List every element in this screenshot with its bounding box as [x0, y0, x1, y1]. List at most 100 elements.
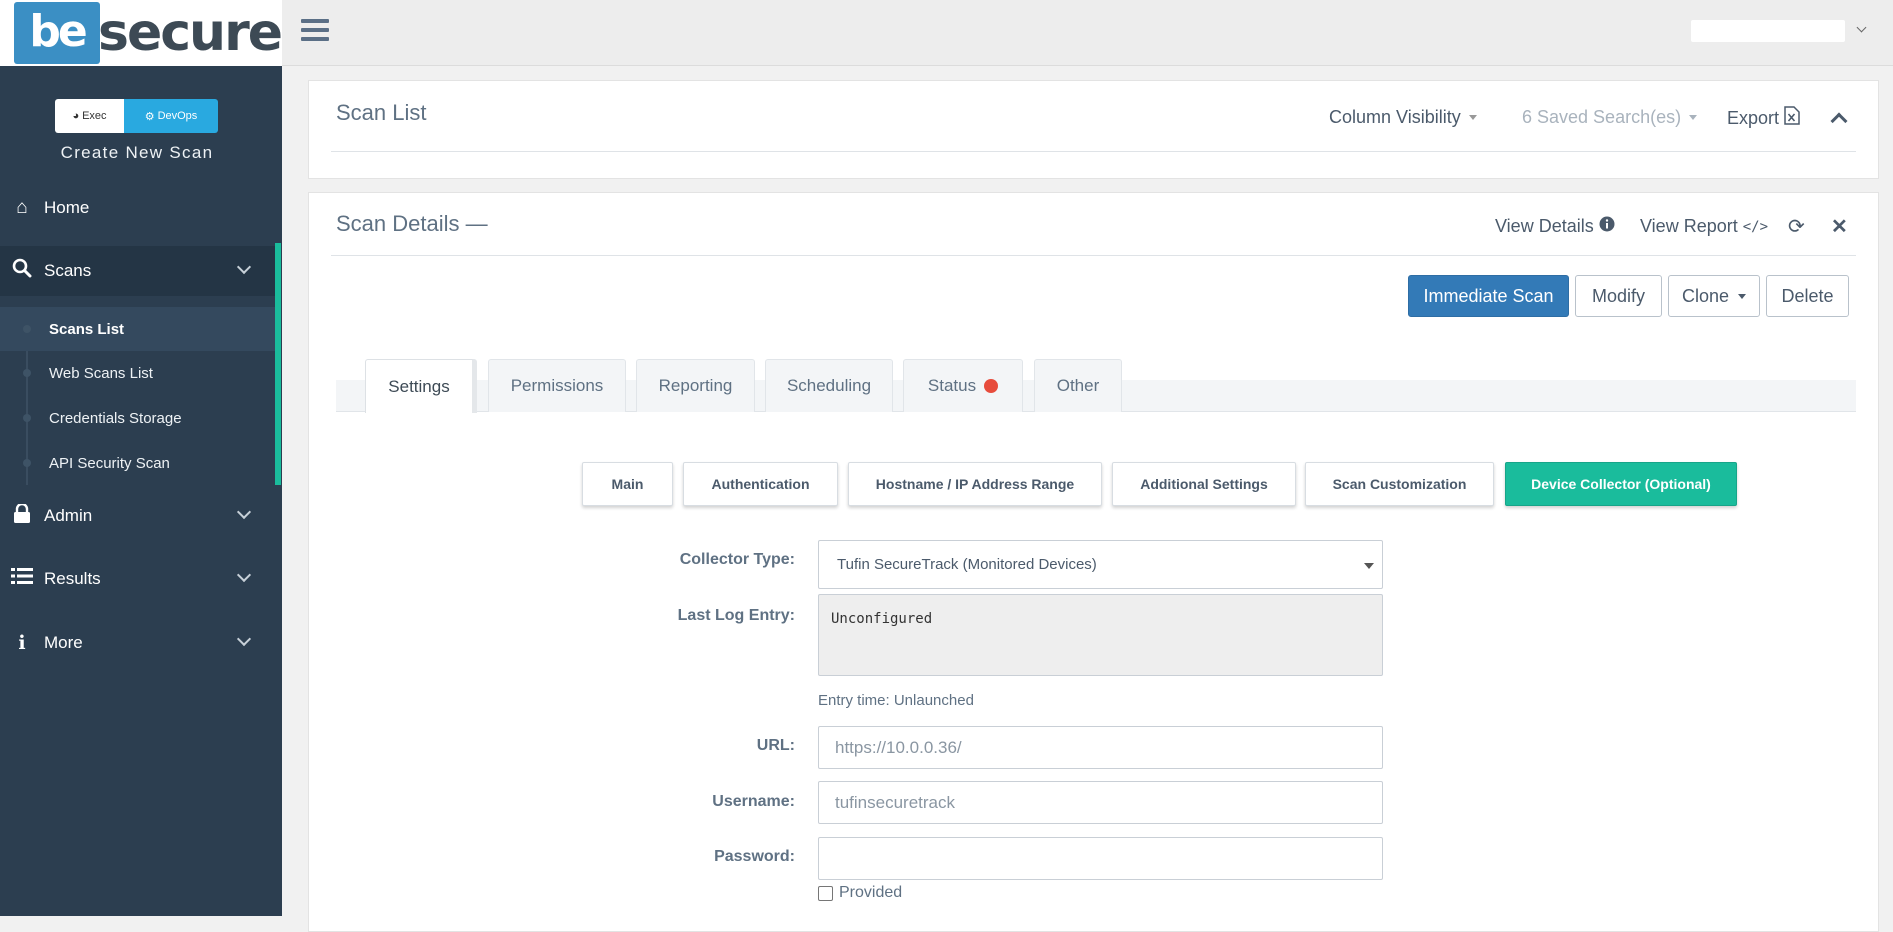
sidebar-subitem-scans-list[interactable]: Scans List — [0, 307, 275, 351]
scan-list-panel: Scan List Column Visibility 6 Saved Sear… — [308, 80, 1879, 179]
header-divider — [331, 255, 1856, 256]
chevron-down-icon — [236, 259, 252, 275]
collector-type-select[interactable]: Tufin SecureTrack (Monitored Devices) — [818, 540, 1383, 589]
delete-button[interactable]: Delete — [1766, 275, 1849, 317]
username-label: Username: — [712, 793, 795, 810]
collector-type-value: Tufin SecureTrack (Monitored Devices) — [837, 556, 1097, 573]
info-circle-icon — [1599, 216, 1615, 237]
chevron-down-icon — [236, 567, 252, 583]
tab-permissions[interactable]: Permissions — [488, 359, 626, 412]
top-bar — [282, 0, 1893, 66]
last-log-entry-box: Unconfigured — [818, 594, 1383, 676]
sidebar-subitem-web-scans-list[interactable]: Web Scans List — [0, 351, 275, 395]
subtab-device-collector[interactable]: Device Collector (Optional) — [1505, 462, 1737, 506]
subitem-label: API Security Scan — [49, 454, 170, 472]
scan-details-title: Scan Details — — [336, 211, 488, 236]
password-input[interactable] — [818, 837, 1383, 880]
export-label: Export — [1727, 107, 1780, 128]
collapse-chevron-up-icon[interactable] — [1830, 112, 1848, 130]
brand-logo[interactable]: be secure — [0, 0, 283, 66]
view-details-link[interactable]: View Details — [1495, 216, 1615, 237]
bullet-icon — [23, 369, 31, 377]
subitem-label: Scans List — [49, 320, 125, 338]
subtab-scan-customization[interactable]: Scan Customization — [1305, 462, 1494, 506]
bullet-icon — [23, 459, 31, 467]
username-value: tufinsecuretrack — [835, 792, 955, 812]
saved-searches-dropdown[interactable]: 6 Saved Search(es) — [1522, 107, 1698, 128]
view-details-label: View Details — [1495, 216, 1594, 236]
username-input[interactable]: tufinsecuretrack — [818, 781, 1383, 824]
export-button[interactable]: Export — [1727, 106, 1800, 130]
clone-label: Clone — [1681, 285, 1730, 306]
sidebar-item-label: Scans — [44, 261, 92, 280]
sidebar-item-scans[interactable]: Scans — [0, 246, 275, 296]
tab-reporting[interactable]: Reporting — [636, 359, 755, 412]
exec-mode-button[interactable]: ◕ Exec — [55, 99, 124, 133]
provided-label: Provided — [839, 884, 903, 901]
tab-other[interactable]: Other — [1034, 359, 1122, 412]
lock-icon — [11, 502, 33, 529]
modify-button[interactable]: Modify — [1575, 275, 1662, 317]
sidebar-item-label: Home — [44, 198, 90, 217]
provided-checkbox-row[interactable]: Provided — [818, 884, 902, 902]
refresh-icon[interactable]: ⟳ — [1788, 214, 1805, 239]
provided-checkbox[interactable] — [818, 885, 833, 901]
sidebar-subitem-credentials-storage[interactable]: Credentials Storage — [0, 396, 275, 440]
password-label: Password: — [714, 848, 795, 865]
subtab-main[interactable]: Main — [582, 462, 673, 506]
tab-status[interactable]: Status — [903, 359, 1023, 412]
caret-down-icon — [1364, 563, 1374, 569]
sidebar-item-label: Admin — [44, 506, 93, 525]
devops-mode-label: DevOps — [157, 110, 198, 122]
tab-settings[interactable]: Settings — [365, 359, 477, 413]
sidebar-item-home[interactable]: ⌂ Home — [0, 183, 275, 233]
column-visibility-dropdown[interactable]: Column Visibility — [1329, 107, 1477, 128]
hamburger-menu-icon[interactable] — [301, 19, 329, 41]
exec-mode-label: Exec — [82, 110, 107, 122]
user-menu[interactable] — [1691, 20, 1845, 42]
tab-status-label: Status — [927, 376, 977, 395]
home-icon: ⌂ — [16, 197, 28, 218]
subtab-additional-settings[interactable]: Additional Settings — [1112, 462, 1296, 506]
caret-down-icon — [1468, 115, 1477, 120]
saved-searches-label: 6 Saved Search(es) — [1522, 107, 1682, 127]
subtab-hostname-ip-range[interactable]: Hostname / IP Address Range — [848, 462, 1102, 506]
excel-icon — [1784, 106, 1800, 130]
search-icon — [11, 258, 33, 284]
sidebar-item-results[interactable]: Results — [0, 554, 275, 604]
code-icon: </> — [1742, 218, 1769, 235]
subitem-label: Credentials Storage — [49, 409, 182, 427]
sidebar-item-admin[interactable]: Admin — [0, 491, 275, 541]
chevron-down-icon[interactable] — [1856, 22, 1867, 33]
caret-down-icon — [1689, 115, 1698, 120]
view-report-label: View Report — [1640, 216, 1738, 236]
sidebar-item-label: More — [44, 633, 83, 652]
cogs-icon: ⚙ — [144, 110, 155, 123]
header-divider — [331, 151, 1856, 152]
close-icon[interactable]: ✕ — [1831, 214, 1848, 239]
subitem-label: Web Scans List — [49, 364, 153, 382]
sidebar-item-more[interactable]: i More — [0, 618, 275, 668]
caret-down-icon — [1738, 293, 1747, 299]
view-report-link[interactable]: View Report </> — [1640, 216, 1768, 237]
info-icon: i — [18, 632, 26, 654]
url-value: https://10.0.0.36/ — [835, 737, 962, 757]
column-visibility-label: Column Visibility — [1329, 107, 1461, 127]
mode-switch: ◕ Exec ⚙ DevOps — [55, 99, 218, 133]
devops-mode-button[interactable]: ⚙ DevOps — [124, 99, 218, 133]
subtab-authentication[interactable]: Authentication — [683, 462, 838, 506]
immediate-scan-button[interactable]: Immediate Scan — [1408, 275, 1569, 317]
sidebar-subitem-api-security-scan[interactable]: API Security Scan — [0, 441, 275, 485]
pie-chart-icon: ◕ — [72, 110, 80, 122]
logo-word: secure — [98, 3, 283, 63]
last-log-entry-label: Last Log Entry: — [677, 607, 795, 624]
tab-scheduling[interactable]: Scheduling — [765, 359, 893, 412]
list-icon — [11, 567, 33, 591]
entry-time-text: Entry time: Unlaunched — [818, 692, 974, 709]
clone-dropdown-button[interactable]: Clone — [1668, 275, 1760, 317]
sidebar: be secure ◕ Exec ⚙ DevOps Create New Sca… — [0, 0, 283, 916]
collector-type-label: Collector Type: — [679, 551, 795, 568]
create-new-scan-link[interactable]: Create New Scan — [0, 143, 274, 163]
url-input[interactable]: https://10.0.0.36/ — [818, 726, 1383, 769]
scan-list-title: Scan List — [336, 100, 427, 125]
